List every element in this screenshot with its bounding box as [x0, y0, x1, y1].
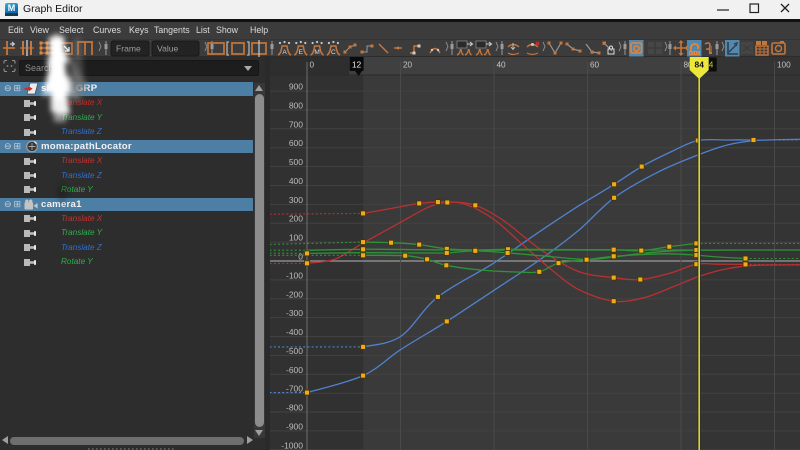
- svg-text:C: C: [331, 49, 336, 56]
- svg-text:900: 900: [289, 82, 303, 92]
- svg-text:-1000: -1000: [281, 440, 303, 450]
- svg-text:700: 700: [289, 119, 303, 129]
- svg-text:200: 200: [289, 214, 303, 224]
- svg-text:12: 12: [352, 61, 362, 70]
- svg-text:Frame: Frame: [116, 44, 141, 54]
- svg-text:-600: -600: [286, 365, 303, 375]
- svg-text:-800: -800: [286, 403, 303, 413]
- svg-text:100: 100: [289, 233, 303, 243]
- svg-text:-200: -200: [286, 289, 303, 299]
- svg-text:500: 500: [289, 157, 303, 167]
- svg-text:800: 800: [289, 101, 303, 111]
- svg-text:-900: -900: [286, 421, 303, 431]
- svg-text:A: A: [282, 49, 287, 56]
- svg-text:E: E: [299, 49, 304, 56]
- svg-text:20: 20: [403, 61, 413, 70]
- svg-text:0: 0: [310, 61, 315, 70]
- svg-text:400: 400: [289, 176, 303, 186]
- svg-text:300: 300: [289, 195, 303, 205]
- svg-text:Value: Value: [157, 44, 179, 54]
- svg-text:-400: -400: [286, 327, 303, 337]
- svg-text:100: 100: [777, 61, 791, 70]
- svg-text:40: 40: [497, 61, 507, 70]
- svg-text:-300: -300: [286, 308, 303, 318]
- svg-text:84: 84: [695, 60, 705, 70]
- svg-text:-100: -100: [286, 270, 303, 280]
- svg-text:600: 600: [289, 138, 303, 148]
- svg-text:60: 60: [590, 61, 600, 70]
- svg-text:M: M: [314, 49, 319, 56]
